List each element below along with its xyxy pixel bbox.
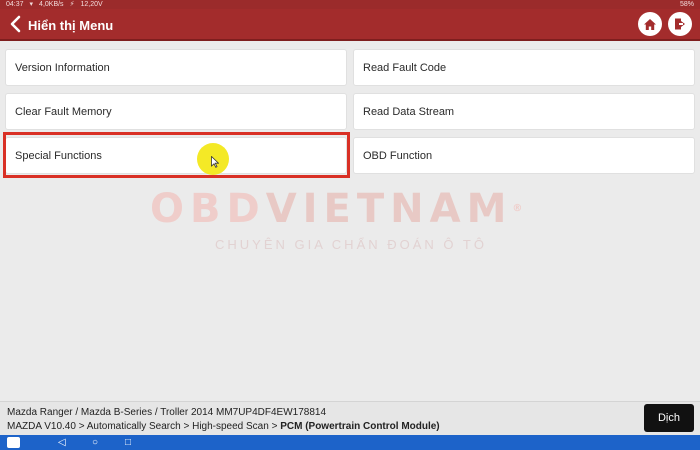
exit-icon	[675, 18, 685, 30]
scan-path: MAZDA V10.40 > Automatically Search > Hi…	[7, 421, 440, 432]
back-button[interactable]	[6, 15, 24, 35]
recents-nav-icon[interactable]: □	[125, 437, 131, 448]
menu-item-read-data-stream[interactable]: Read Data Stream	[353, 93, 695, 130]
menu-item-obd-function[interactable]: OBD Function	[353, 137, 695, 174]
menu-item-label: OBD Function	[363, 149, 433, 162]
app-header: Hiển thị Menu	[0, 9, 700, 41]
back-nav-icon[interactable]: ◁	[58, 437, 66, 448]
status-time: 04:37	[6, 1, 24, 8]
scan-path-current: PCM (Powertrain Control Module)	[280, 421, 440, 432]
mouse-cursor-icon	[211, 156, 219, 168]
wifi-icon: ▾	[29, 1, 34, 8]
watermark: OBDVIETNAM® CHUYÊN GIA CHẨN ĐOÁN Ô TÔ	[150, 187, 570, 277]
translate-button[interactable]: Dịch	[644, 404, 694, 432]
battery-level: 58%	[679, 1, 694, 8]
menu-item-label: Version Information	[15, 61, 110, 74]
watermark-subtitle: CHUYÊN GIA CHẨN ĐOÁN Ô TÔ	[215, 237, 487, 252]
home-button[interactable]	[638, 12, 662, 36]
watermark-logo: OBDVIETNAM®	[150, 186, 529, 232]
scan-path-prefix: MAZDA V10.40 > Automatically Search > Hi…	[7, 421, 281, 432]
voltage-icon: ⚡	[69, 1, 75, 8]
status-bar: 04:37 ▾ 4,0KB/s ⚡ 12,20V 58%	[0, 0, 700, 9]
selection-highlight	[3, 132, 350, 178]
chevron-left-icon	[10, 15, 21, 33]
vehicle-info: Mazda Ranger / Mazda B-Series / Troller …	[7, 407, 327, 418]
menu-item-version-information[interactable]: Version Information	[5, 49, 347, 86]
home-nav-icon[interactable]: ○	[92, 437, 98, 448]
menu-item-clear-fault-memory[interactable]: Clear Fault Memory	[5, 93, 347, 130]
voltage-value: 12,20V	[80, 1, 103, 8]
exit-button[interactable]	[668, 12, 692, 36]
vehicle-info-bar: Mazda Ranger / Mazda B-Series / Troller …	[0, 401, 700, 435]
home-icon	[644, 18, 656, 30]
page-title: Hiển thị Menu	[28, 18, 114, 33]
menu-item-label: Read Data Stream	[363, 105, 455, 118]
menu-item-label: Clear Fault Memory	[15, 105, 112, 118]
menu-item-label: Read Fault Code	[363, 61, 447, 74]
app-icon[interactable]	[7, 437, 20, 448]
network-speed: 4,0KB/s	[39, 1, 64, 8]
menu-item-read-fault-code[interactable]: Read Fault Code	[353, 49, 695, 86]
system-nav-bar: ◁ ○ □	[0, 435, 700, 450]
